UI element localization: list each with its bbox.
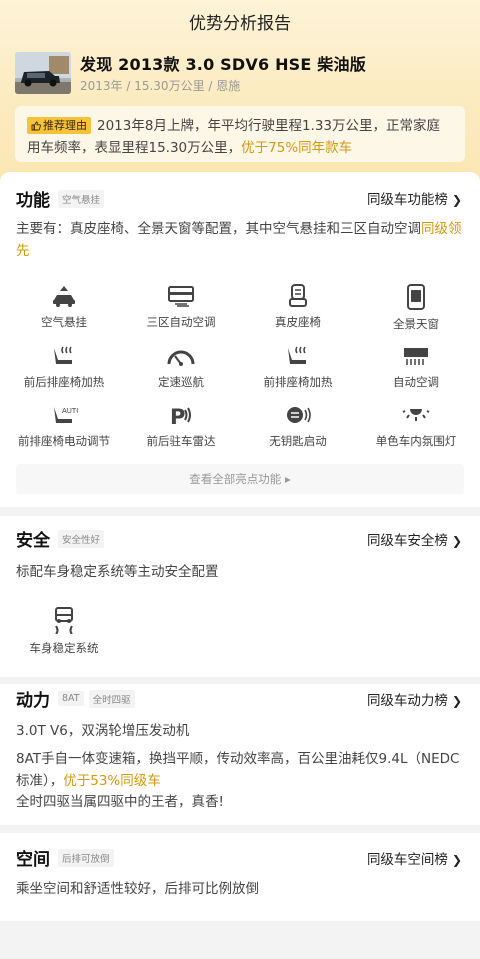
- power-tag-drivetrain: 全时四驱: [88, 689, 135, 708]
- feature-label: 单色车内氛围灯: [375, 434, 457, 448]
- feature-label: 前后排座椅加热: [23, 375, 105, 389]
- air-suspension-icon: [53, 286, 75, 307]
- feature-seat-heating[interactable]: 前后排座椅加热: [4, 344, 124, 390]
- feature-label: 三区自动空调: [146, 315, 216, 329]
- safety-header: 安全 安全性好: [16, 526, 105, 551]
- svg-text:AUTO: AUTO: [62, 407, 78, 415]
- power-rank-label: 同级车动力榜: [366, 693, 448, 709]
- feature-stability-control[interactable]: 车身稳定系统: [4, 606, 124, 656]
- recommend-reason-badge: 推荐理由: [27, 117, 91, 134]
- feature-label: 前排座椅加热: [263, 375, 333, 389]
- thumbs-up-icon: [31, 121, 41, 130]
- parking-radar-icon: P: [170, 405, 191, 427]
- power-transmission-text: 8AT手自一体变速箱，换挡平顺，传动效率高，百公里油耗仅9.4L（NEDC标准）…: [16, 751, 460, 789]
- feature-power-seat[interactable]: AUTO 前排座椅电动调节: [4, 403, 124, 449]
- feature-label: 无钥匙启动: [269, 434, 327, 448]
- car-thumbnail[interactable]: [15, 52, 71, 94]
- chevron-right-icon: ❯: [451, 534, 462, 548]
- car-meta: 2013年 / 15.30万公里 / 恩施: [80, 79, 241, 93]
- reason-highlight: 优于75%同年款车: [241, 140, 353, 156]
- safety-title: 安全: [16, 531, 50, 551]
- feature-label: 自动空调: [393, 375, 439, 389]
- keyless-start-icon: [287, 407, 311, 423]
- stability-control-icon: [55, 607, 73, 634]
- power-title: 动力: [16, 691, 50, 711]
- safety-rank-label: 同级车安全榜: [366, 533, 448, 549]
- power-drivetrain-text: 全时四驱当属四驱中的王者，真香!: [16, 794, 224, 810]
- feature-auto-ac[interactable]: 自动空调: [356, 344, 476, 390]
- view-all-label: 查看全部亮点功能: [189, 472, 282, 486]
- function-section: 功能 空气悬挂 同级车功能榜 ❯ 主要有：真皮座椅、全景天窗等配置，其中空气悬挂和…: [0, 172, 480, 507]
- safety-section: 安全 安全性好 同级车安全榜 ❯ 标配车身稳定系统等主动安全配置 车身稳定系统: [0, 516, 480, 677]
- feature-label: 车身稳定系统: [29, 641, 99, 655]
- power-engine-text: 3.0T V6，双涡轮增压发动机: [16, 723, 190, 739]
- seat-heating-icon: [54, 346, 72, 364]
- power-highlight: 优于53%同级车: [63, 773, 161, 789]
- page-title: 优势分析报告: [189, 14, 291, 34]
- chevron-right-icon: ❯: [451, 193, 462, 207]
- feature-keyless-start[interactable]: 无钥匙启动: [238, 403, 358, 449]
- recommend-reason-card: 2013年8月上牌，年平均行驶里程1.33万公里，正常家庭用车频率，表显里程15…: [15, 106, 465, 162]
- function-title: 功能: [16, 191, 50, 211]
- panoramic-roof-icon: [407, 284, 425, 310]
- auto-ac-icon: [404, 348, 428, 365]
- safety-description: 标配车身稳定系统等主动安全配置: [16, 564, 219, 580]
- svg-text:P: P: [170, 405, 185, 427]
- space-section: 空间 后排可放倒 同级车空间榜 ❯ 乘坐空间和舒适性较好，后排可比例放倒: [0, 833, 480, 921]
- power-section: 动力 8AT 全时四驱 同级车动力榜 ❯ 3.0T V6，双涡轮增压发动机 8AT…: [0, 684, 480, 825]
- function-rank-label: 同级车功能榜: [366, 192, 448, 208]
- safety-rank-link[interactable]: 同级车安全榜 ❯: [367, 529, 462, 549]
- space-tag: 后排可放倒: [58, 848, 114, 867]
- chevron-right-icon: ❯: [451, 853, 462, 867]
- reason-tag-label: 推荐理由: [43, 119, 87, 132]
- space-rank-link[interactable]: 同级车空间榜 ❯: [367, 848, 462, 868]
- feature-label: 前排座椅电动调节: [18, 434, 110, 448]
- power-seat-icon: AUTO: [54, 407, 78, 423]
- chevron-right-icon: ❯: [451, 694, 462, 708]
- function-header: 功能 空气悬挂: [16, 186, 105, 211]
- leather-seat-icon: [289, 284, 307, 307]
- triangle-right-icon: ▸: [284, 472, 291, 486]
- climate-control-icon: [168, 286, 194, 307]
- feature-label: 定速巡航: [158, 375, 204, 389]
- feature-label: 前后驻车雷达: [146, 434, 216, 448]
- feature-label: 真皮座椅: [275, 315, 321, 329]
- feature-leather-seat[interactable]: 真皮座椅: [238, 284, 358, 330]
- cruise-control-icon: [167, 350, 195, 366]
- feature-label: 空气悬挂: [41, 315, 87, 329]
- power-header: 动力 8AT 全时四驱: [16, 686, 135, 711]
- safety-tag: 安全性好: [58, 529, 105, 548]
- function-tag: 空气悬挂: [58, 189, 105, 208]
- ambient-light-icon: [402, 409, 430, 421]
- space-rank-label: 同级车空间榜: [366, 852, 448, 868]
- feature-label: 全景天窗: [393, 317, 439, 331]
- front-seat-heating-icon: [288, 346, 306, 364]
- feature-cruise-control[interactable]: 定速巡航: [121, 344, 241, 390]
- space-description: 乘坐空间和舒适性较好，后排可比例放倒: [16, 881, 259, 897]
- space-header: 空间 后排可放倒: [16, 845, 114, 870]
- feature-panoramic-roof[interactable]: 全景天窗: [356, 284, 476, 332]
- feature-air-suspension[interactable]: 空气悬挂: [4, 284, 124, 330]
- power-tag-transmission: 8AT: [58, 691, 84, 706]
- feature-climate-control[interactable]: 三区自动空调: [121, 284, 241, 330]
- feature-front-seat-heating[interactable]: 前排座椅加热: [238, 344, 358, 390]
- car-title: 发现 2013款 3.0 SDV6 HSE 柴油版: [80, 55, 366, 74]
- space-title: 空间: [16, 850, 50, 870]
- power-rank-link[interactable]: 同级车动力榜 ❯: [367, 689, 462, 709]
- feature-ambient-light[interactable]: 单色车内氛围灯: [356, 403, 476, 449]
- view-all-features-button[interactable]: 查看全部亮点功能 ▸: [16, 464, 464, 494]
- feature-parking-radar[interactable]: P 前后驻车雷达: [121, 403, 241, 449]
- function-description: 主要有：真皮座椅、全景天窗等配置，其中空气悬挂和三区自动空调同级领先: [16, 221, 462, 259]
- function-rank-link[interactable]: 同级车功能榜 ❯: [367, 188, 462, 208]
